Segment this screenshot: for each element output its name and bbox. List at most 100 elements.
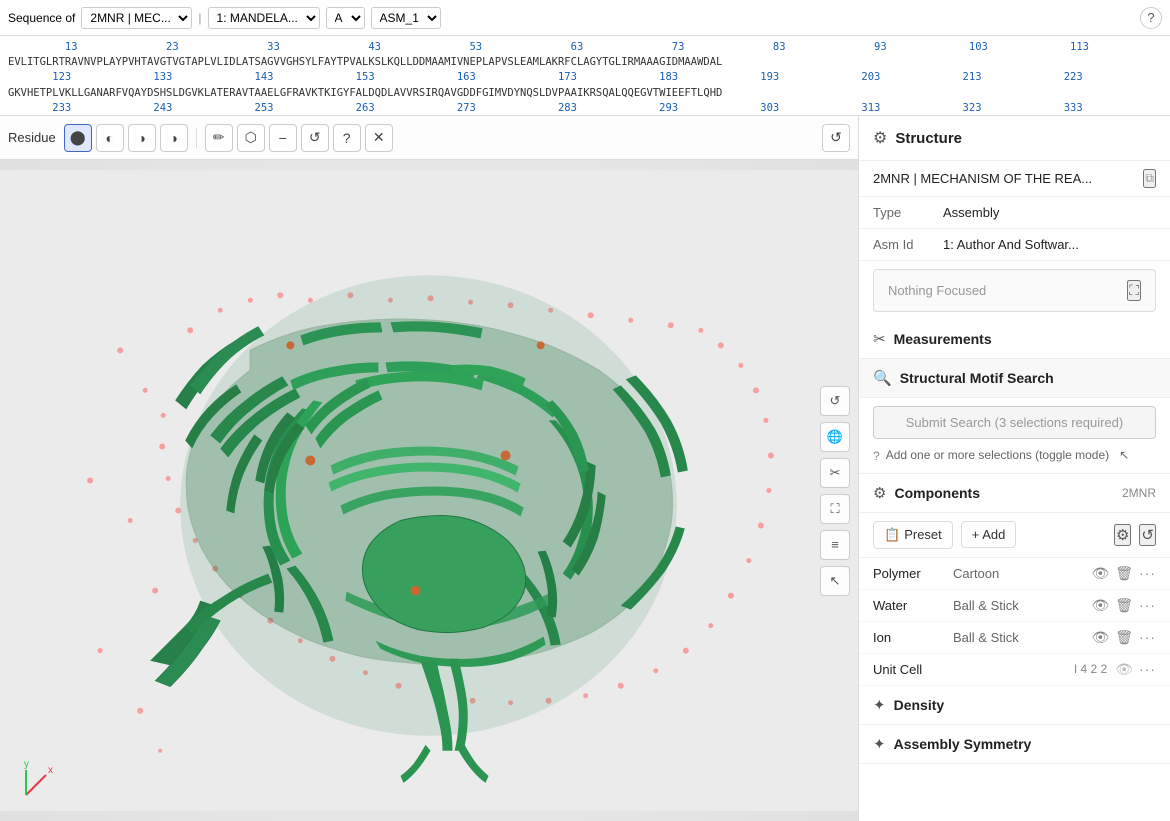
residue-label: Residue xyxy=(8,130,56,145)
tool-half-circle-1[interactable]: ◐ xyxy=(96,124,124,152)
ion-row: Ion Ball & Stick 👁 🗑 ··· xyxy=(859,622,1170,654)
seq-help-button[interactable]: ? xyxy=(1140,7,1162,29)
polymer-type: Cartoon xyxy=(953,566,1091,581)
water-visibility-button[interactable]: 👁 xyxy=(1091,597,1109,614)
tool-undo[interactable]: ↺ xyxy=(301,124,329,152)
unit-cell-more-button[interactable]: ··· xyxy=(1139,661,1156,677)
components-title: Components xyxy=(894,485,980,501)
ion-more-button[interactable]: ··· xyxy=(1139,629,1156,645)
add-label: + Add xyxy=(972,527,1006,542)
water-more-button[interactable]: ··· xyxy=(1139,597,1156,613)
density-title: Density xyxy=(894,697,945,713)
reset-button[interactable]: ↺ xyxy=(1139,524,1156,546)
protein-structure-svg xyxy=(0,160,858,821)
assembly-select[interactable]: ASM_1 xyxy=(371,7,441,29)
motif-search-title: Structural Motif Search xyxy=(900,370,1156,386)
viewport: ↺ 🌐 ✂ ⛶ ≡ ↖ x y xyxy=(0,160,858,821)
preset-icon: 📋 xyxy=(884,527,900,543)
tool-pencil[interactable]: ✏ xyxy=(205,124,233,152)
hint-icon: ? xyxy=(873,448,880,465)
motif-search-section-header[interactable]: 🔍 Structural Motif Search xyxy=(859,359,1170,398)
nothing-focused-box: Nothing Focused ⛶ xyxy=(873,269,1156,312)
density-icon: ✦ xyxy=(873,696,886,714)
density-section[interactable]: ✦ Density xyxy=(859,686,1170,725)
viewer-toolbar: Residue ⬤ ◐ ◑ ◑ ✏ ⬡ − ↺ ? ✕ ↺ xyxy=(0,116,858,160)
components-badge: 2MNR xyxy=(1122,486,1156,500)
controls-button[interactable]: ≡ xyxy=(820,530,850,560)
water-name: Water xyxy=(873,598,953,613)
entry-select[interactable]: 2MNR | MEC... xyxy=(81,7,192,29)
ion-actions: 👁 🗑 ··· xyxy=(1091,629,1156,646)
fullscreen-button[interactable]: ⛶ xyxy=(820,494,850,524)
unit-cell-visibility-button[interactable]: 👁 xyxy=(1115,661,1133,678)
ion-delete-button[interactable]: 🗑 xyxy=(1115,629,1133,646)
snapshot-button[interactable]: ⛶ xyxy=(1127,280,1141,301)
tool-minus[interactable]: − xyxy=(269,124,297,152)
toolbar-divider-1 xyxy=(196,128,197,148)
motif-search-icon: 🔍 xyxy=(873,369,892,387)
motif-hint: ? Add one or more selections (toggle mod… xyxy=(873,447,1156,465)
polymer-visibility-button[interactable]: 👁 xyxy=(1091,565,1109,582)
chain-letter-select[interactable]: A xyxy=(326,7,365,29)
assembly-symmetry-section[interactable]: ✦ Assembly Symmetry xyxy=(859,725,1170,764)
unit-cell-name: Unit Cell xyxy=(873,662,1074,677)
globe-button[interactable]: 🌐 xyxy=(820,422,850,452)
structure-title: Structure xyxy=(895,130,962,147)
viewer-area: Residue ⬤ ◐ ◑ ◑ ✏ ⬡ − ↺ ? ✕ ↺ xyxy=(0,116,858,821)
scissors-button[interactable]: ✂ xyxy=(820,458,850,488)
axis-indicator: x y xyxy=(16,755,66,805)
sequence-display: 13 23 33 43 53 63 73 83 93 103 113 EVLIT… xyxy=(0,36,1170,116)
cursor-icon: ↖ xyxy=(1119,447,1129,464)
chain-select[interactable]: 1: MANDELA... xyxy=(208,7,320,29)
preset-add-row: 📋 Preset + Add ⚙ ↺ xyxy=(859,513,1170,558)
type-value: Assembly xyxy=(943,205,1156,220)
assembly-symmetry-icon: ✦ xyxy=(873,735,886,753)
tool-half-circle-3[interactable]: ◑ xyxy=(160,124,188,152)
polymer-actions: 👁 🗑 ··· xyxy=(1091,565,1156,582)
copy-structure-button[interactable]: ⧉ xyxy=(1143,169,1156,188)
measurements-title: Measurements xyxy=(894,331,1156,347)
seq-label: Sequence of xyxy=(8,11,75,25)
polymer-row: Polymer Cartoon 👁 🗑 ··· xyxy=(859,558,1170,590)
nothing-focused-label: Nothing Focused xyxy=(888,283,986,298)
hint-text: Add one or more selections (toggle mode) xyxy=(886,447,1109,464)
preset-button[interactable]: 📋 Preset xyxy=(873,521,953,549)
polymer-more-button[interactable]: ··· xyxy=(1139,565,1156,581)
refresh-button[interactable]: ↺ xyxy=(822,124,850,152)
svg-text:y: y xyxy=(24,759,29,770)
type-row: Type Assembly xyxy=(859,197,1170,229)
sequence-bar: Sequence of 2MNR | MEC... | 1: MANDELA..… xyxy=(0,0,1170,36)
polymer-delete-button[interactable]: 🗑 xyxy=(1115,565,1133,582)
motif-search-content: Submit Search (3 selections required) ? … xyxy=(859,398,1170,474)
measurements-section[interactable]: ✂ Measurements xyxy=(859,320,1170,359)
submit-search-button: Submit Search (3 selections required) xyxy=(873,406,1156,439)
structure-name-row: 2MNR | MECHANISM OF THE REA... ⧉ xyxy=(859,161,1170,197)
reset-view-button[interactable]: ↺ xyxy=(820,386,850,416)
asm-id-label: Asm Id xyxy=(873,237,943,252)
type-label: Type xyxy=(873,205,943,220)
add-button[interactable]: + Add xyxy=(961,521,1017,548)
measurements-icon: ✂ xyxy=(873,330,886,348)
preset-label: Preset xyxy=(904,527,942,542)
tool-help[interactable]: ? xyxy=(333,124,361,152)
asm-id-row: Asm Id 1: Author And Softwar... xyxy=(859,229,1170,261)
asm-id-value: 1: Author And Softwar... xyxy=(943,237,1156,252)
components-icon: ⚙ xyxy=(873,484,886,502)
structure-name: 2MNR | MECHANISM OF THE REA... xyxy=(873,171,1135,186)
main-content: Residue ⬤ ◐ ◑ ◑ ✏ ⬡ − ↺ ? ✕ ↺ xyxy=(0,116,1170,821)
unit-cell-label: I 4 2 2 xyxy=(1074,662,1107,676)
filter-button[interactable]: ⚙ xyxy=(1114,524,1131,546)
water-actions: 👁 🗑 ··· xyxy=(1091,597,1156,614)
ion-visibility-button[interactable]: 👁 xyxy=(1091,629,1109,646)
viewer-side-buttons: ↺ 🌐 ✂ ⛶ ≡ ↖ xyxy=(820,386,850,596)
tool-half-circle-2[interactable]: ◑ xyxy=(128,124,156,152)
assembly-symmetry-title: Assembly Symmetry xyxy=(894,736,1032,752)
tool-hexagon[interactable]: ⬡ xyxy=(237,124,265,152)
polymer-name: Polymer xyxy=(873,566,953,581)
ion-name: Ion xyxy=(873,630,953,645)
water-delete-button[interactable]: 🗑 xyxy=(1115,597,1133,614)
components-header: ⚙ Components 2MNR xyxy=(859,474,1170,513)
tool-filled-circle[interactable]: ⬤ xyxy=(64,124,92,152)
pointer-button[interactable]: ↖ xyxy=(820,566,850,596)
tool-close[interactable]: ✕ xyxy=(365,124,393,152)
